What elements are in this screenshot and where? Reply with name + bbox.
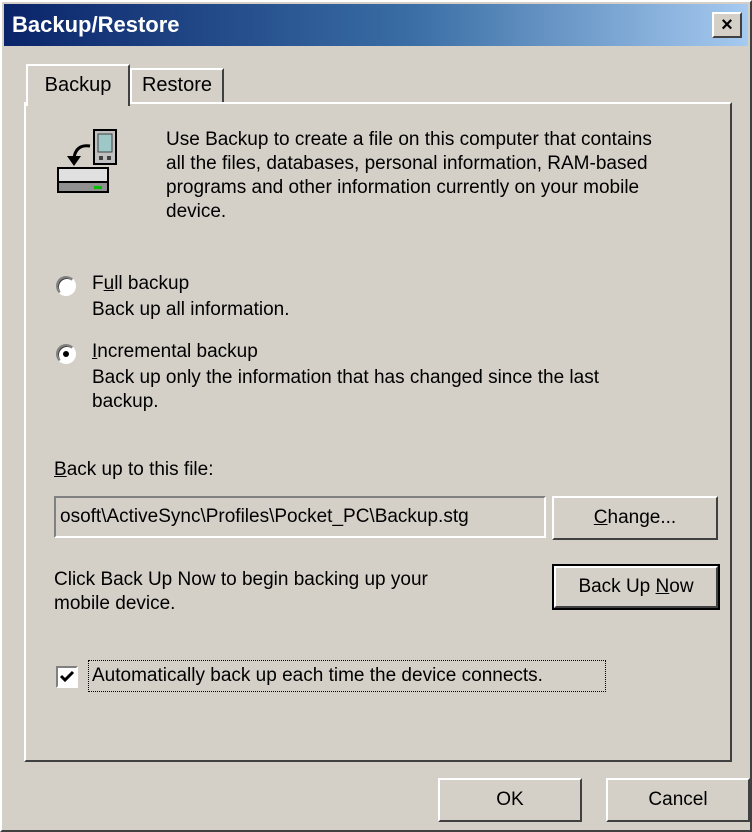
auto-backup-checkbox[interactable] xyxy=(56,666,78,688)
full-backup-label[interactable]: Full backup xyxy=(92,272,189,296)
backup-now-text-line: Click Back Up Now to begin backing up yo… xyxy=(54,569,428,590)
backup-now-instructions: Click Back Up Now to begin backing up yo… xyxy=(54,568,428,616)
title-bar: Backup/Restore × xyxy=(4,4,748,46)
radio-selected-dot xyxy=(63,351,69,357)
incremental-description-line: backup. xyxy=(92,391,159,412)
cancel-label: Cancel xyxy=(648,789,708,810)
full-backup-radio[interactable] xyxy=(56,276,76,296)
full-backup-mnemonic: u xyxy=(103,273,115,294)
incremental-description-line: Back up only the information that has ch… xyxy=(92,367,599,388)
backup-file-mnemonic: B xyxy=(54,459,67,480)
back-up-now-mnemonic: N xyxy=(655,576,670,597)
incremental-backup-label[interactable]: Incremental backup xyxy=(92,340,258,364)
change-mnemonic: C xyxy=(593,507,608,528)
description-line: device. xyxy=(166,201,227,222)
window-title: Backup/Restore xyxy=(12,12,180,37)
auto-backup-label[interactable]: Automatically back up each time the devi… xyxy=(92,664,543,688)
incremental-backup-radio[interactable] xyxy=(56,344,76,364)
tab-backup[interactable]: Backup xyxy=(26,64,130,106)
full-backup-label-prefix: F xyxy=(92,273,104,294)
tab-restore[interactable]: Restore xyxy=(130,68,224,104)
backup-file-label-suffix: ack up to this file: xyxy=(66,459,214,480)
ok-button[interactable]: OK xyxy=(438,778,582,822)
backup-file-input[interactable] xyxy=(54,496,546,538)
cancel-button[interactable]: Cancel xyxy=(606,778,750,822)
close-icon: × xyxy=(721,14,733,36)
full-backup-label-suffix: ll backup xyxy=(114,273,190,294)
close-button[interactable]: × xyxy=(712,12,742,38)
backup-device-icon xyxy=(57,129,117,193)
change-label-suffix: hange... xyxy=(607,507,677,528)
backup-file-label: Back up to this file: xyxy=(54,458,213,482)
full-backup-description: Back up all information. xyxy=(92,299,290,320)
backup-restore-dialog: Backup/Restore × Backup Restore Use Back… xyxy=(0,0,752,832)
description-line: programs and other information currently… xyxy=(166,177,640,198)
incremental-backup-label-suffix: ncremental backup xyxy=(97,341,258,362)
checkmark-icon xyxy=(59,670,75,683)
backup-now-text-line: mobile device. xyxy=(54,593,176,614)
tab-restore-label: Restore xyxy=(141,74,213,96)
incremental-backup-description: Back up only the information that has ch… xyxy=(92,366,599,414)
backup-description: Use Backup to create a file on this comp… xyxy=(166,128,652,224)
back-up-now-button[interactable]: Back Up Now xyxy=(552,564,720,610)
tab-backup-label: Backup xyxy=(44,74,112,96)
back-up-now-label-suffix: ow xyxy=(669,576,694,597)
description-line: all the files, databases, personal infor… xyxy=(166,153,648,174)
description-line: Use Backup to create a file on this comp… xyxy=(166,129,652,150)
change-button[interactable]: Change... xyxy=(552,496,718,540)
ok-label: OK xyxy=(496,789,524,810)
back-up-now-label-prefix: Back Up xyxy=(578,576,656,597)
